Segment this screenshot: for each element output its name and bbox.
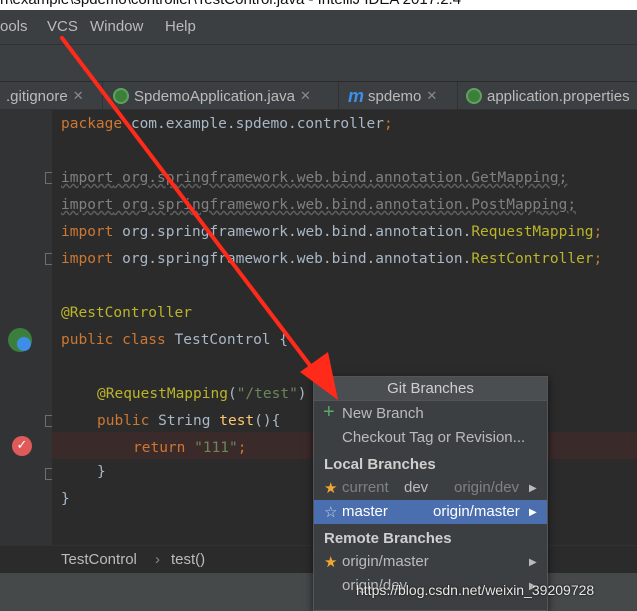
code-line-class-close: }: [61, 491, 70, 507]
git-branches-popup: Git Branches + New Branch Checkout Tag o…: [313, 376, 548, 611]
code-line-import-requestmapping: import org.springframework.web.bind.anno…: [61, 224, 603, 240]
tab-application-properties[interactable]: application.properties: [458, 82, 637, 110]
checkout-tag-item[interactable]: Checkout Tag or Revision...: [314, 426, 547, 450]
submenu-arrow-icon: ▶: [529, 557, 537, 568]
code-line-annotation-requestmapping: @RequestMapping("/test"): [97, 386, 307, 402]
new-branch-item[interactable]: + New Branch: [314, 401, 547, 426]
menu-vcs[interactable]: VCS: [47, 18, 78, 35]
breadcrumb-class[interactable]: TestControl: [61, 551, 137, 568]
star-outline-icon: ☆: [324, 504, 338, 521]
spring-boot-icon: [466, 88, 482, 104]
tracking-branch: origin/master: [433, 503, 520, 520]
window-title-bar: n\example\spdemo\controller\TestControl.…: [0, 0, 637, 10]
submenu-arrow-icon: ▶: [529, 507, 537, 518]
code-line-import-restcontroller: import org.springframework.web.bind.anno…: [61, 251, 603, 267]
current-label: current: [342, 479, 389, 496]
menu-help[interactable]: Help: [165, 18, 196, 35]
code-line-class-declaration: public class TestControl {: [61, 332, 288, 348]
watermark: https://blog.csdn.net/weixin_39209728: [356, 582, 595, 598]
code-line-import-postmapping: import org.springframework.web.bind.anno…: [61, 197, 577, 213]
tab-label: spdemo: [368, 87, 422, 105]
local-branch-dev-item[interactable]: ★ current dev origin/dev ▶: [314, 476, 547, 500]
menu-tools[interactable]: ools: [0, 18, 28, 35]
spring-boot-icon: [113, 88, 129, 104]
remote-branches-header: Remote Branches: [324, 530, 452, 547]
spring-bean-class-icon[interactable]: [8, 328, 32, 352]
close-icon[interactable]: ✕: [426, 88, 437, 104]
code-line-annotation-restcontroller: @RestController: [61, 305, 192, 321]
menu-bar: ools VCS Window Help: [0, 10, 637, 44]
close-icon[interactable]: ✕: [300, 88, 311, 104]
star-filled-icon: ★: [324, 554, 338, 571]
local-branches-header: Local Branches: [324, 456, 436, 473]
checkout-tag-label: Checkout Tag or Revision...: [342, 429, 526, 446]
window-title: n\example\spdemo\controller\TestControl.…: [0, 0, 461, 8]
tab-gitignore[interactable]: .gitignore ✕: [0, 82, 103, 110]
code-line-method-close: }: [97, 464, 106, 480]
editor-gutter[interactable]: ✓: [0, 110, 55, 545]
breadcrumb-method[interactable]: test(): [171, 551, 205, 568]
tab-spdemo-application[interactable]: SpdemoApplication.java ✕: [103, 82, 339, 110]
remote-branch-master-item[interactable]: ★ origin/master ▶: [314, 550, 547, 574]
tracking-branch: origin/dev: [454, 479, 520, 496]
code-line-import-getmapping: import org.springframework.web.bind.anno…: [61, 170, 568, 186]
tab-label: application.properties: [487, 87, 630, 105]
code-line-method-declaration: public String test(){: [97, 413, 281, 429]
plus-icon: +: [323, 401, 335, 423]
submenu-arrow-icon: ▶: [529, 483, 537, 494]
branch-name: dev: [404, 479, 429, 496]
code-line-return: return "111";: [133, 440, 247, 456]
close-icon[interactable]: ✕: [73, 88, 84, 104]
maven-icon: m: [348, 85, 365, 106]
local-branch-master-item[interactable]: ☆ master origin/master ▶: [314, 500, 547, 524]
code-line-package: package com.example.spdemo.controller;: [61, 116, 393, 132]
popup-title: Git Branches: [314, 377, 547, 401]
branch-name: origin/master: [342, 553, 429, 570]
breadcrumb-separator: ›: [155, 551, 160, 568]
tab-spdemo[interactable]: m spdemo ✕: [339, 82, 458, 110]
branch-name: master: [342, 503, 388, 520]
new-branch-label: New Branch: [342, 405, 424, 422]
navigation-toolbar: [0, 44, 637, 82]
star-filled-icon: ★: [324, 480, 338, 497]
tab-label: .gitignore: [6, 87, 68, 105]
editor-tab-bar: .gitignore ✕ SpdemoApplication.java ✕ m …: [0, 82, 637, 110]
tab-label: SpdemoApplication.java: [134, 87, 295, 105]
menu-window[interactable]: Window: [90, 18, 143, 35]
breakpoint-icon[interactable]: ✓: [12, 436, 32, 456]
